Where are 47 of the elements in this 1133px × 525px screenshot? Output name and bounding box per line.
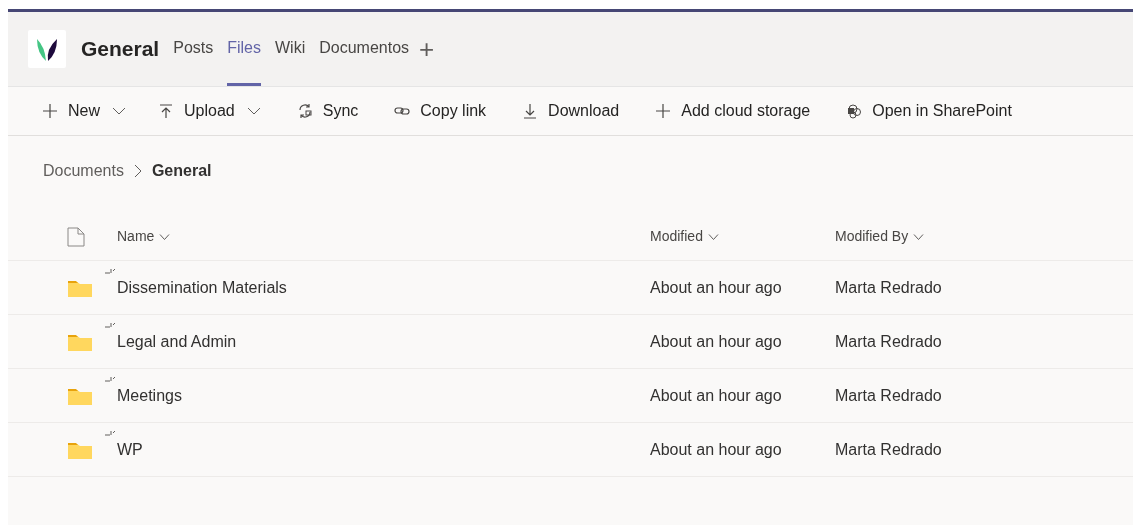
breadcrumb-current: General (151, 161, 212, 181)
table-cell: Marta Redrado (835, 332, 942, 350)
toolbar-button[interactable]: Upload (158, 93, 261, 129)
table-cell: About an hour ago (650, 440, 782, 458)
toolbar-button[interactable]: Open in SharePoint (846, 93, 1012, 129)
file-name[interactable]: Meetings (117, 383, 182, 408)
tab[interactable]: Files (227, 12, 261, 86)
sync-icon (296, 103, 313, 119)
plus-icon (42, 103, 58, 119)
plus-icon (655, 103, 672, 119)
table-cell: About an hour ago (650, 278, 782, 296)
add-tab-button[interactable]: + (419, 36, 435, 62)
tab[interactable]: Posts (173, 12, 214, 86)
table-cell: Marta Redrado (835, 440, 942, 458)
column-header[interactable]: Name (117, 226, 171, 247)
chevron-down-icon (913, 233, 925, 240)
toolbar-button[interactable]: Add cloud storage (655, 93, 811, 129)
download-icon (522, 103, 539, 119)
file-name[interactable]: Dissemination Materials (117, 275, 287, 300)
chevron-right-icon (133, 164, 142, 178)
column-header[interactable]: Modified By (835, 226, 925, 247)
chevron-down-icon (159, 233, 171, 240)
toolbar-button[interactable]: Sync (296, 93, 359, 129)
tab[interactable]: Wiki (275, 12, 306, 86)
toolbar-button[interactable]: Copy link (394, 93, 487, 129)
sharepoint-icon (846, 103, 863, 119)
chevron-down-icon (112, 107, 126, 115)
folder-icon (68, 278, 92, 297)
table-cell: Marta Redrado (835, 386, 942, 404)
folder-icon (68, 440, 92, 459)
file-icon (67, 226, 85, 247)
channel-title: General (81, 36, 160, 63)
table-cell: Marta Redrado (835, 278, 942, 296)
file-name[interactable]: WP (117, 437, 143, 462)
toolbar-button[interactable]: Download (522, 93, 620, 129)
toolbar-button[interactable]: New (42, 93, 126, 129)
folder-icon (68, 386, 92, 405)
file-name[interactable]: Legal and Admin (117, 329, 237, 354)
folder-icon (68, 332, 92, 351)
tab[interactable]: Documentos (319, 12, 410, 86)
table-cell: About an hour ago (650, 332, 782, 350)
chevron-down-icon (246, 107, 261, 115)
breadcrumb-link[interactable]: Documents (43, 159, 124, 183)
chevron-down-icon (707, 233, 719, 240)
column-header[interactable]: Modified (650, 226, 719, 247)
upload-icon (158, 103, 174, 119)
table-cell: About an hour ago (650, 386, 782, 404)
